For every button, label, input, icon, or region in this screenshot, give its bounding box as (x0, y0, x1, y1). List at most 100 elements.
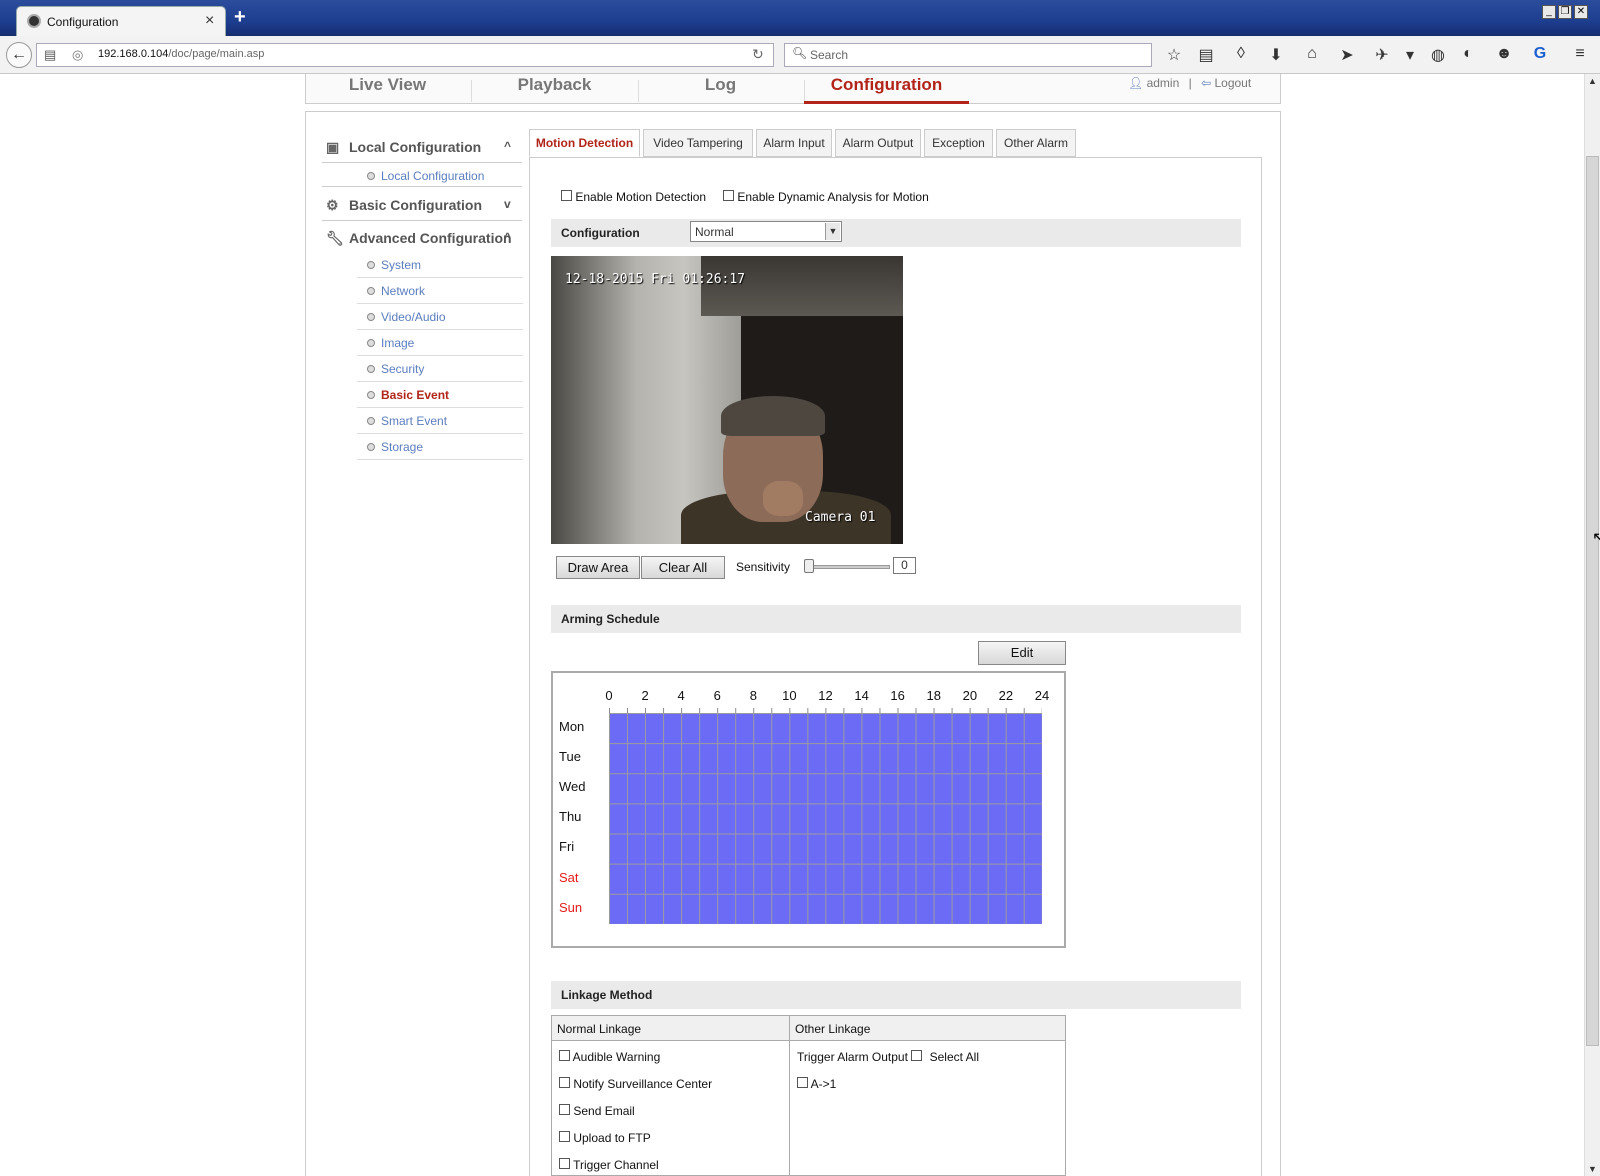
tab-video-tampering[interactable]: Video Tampering (643, 129, 753, 157)
linkage-item-label: Audible Warning (572, 1050, 661, 1064)
hour-label: 12 (818, 688, 833, 703)
tab-log[interactable]: Log (638, 74, 803, 104)
site-info-icon[interactable]: ◎ (72, 47, 83, 63)
draw-area-button[interactable]: Draw Area (556, 556, 640, 579)
tab-playback[interactable]: Playback (472, 74, 637, 104)
upload-ftp-checkbox[interactable] (559, 1131, 570, 1142)
send-email-checkbox[interactable] (559, 1104, 570, 1115)
sensitivity-slider[interactable] (806, 565, 890, 569)
minimize-button[interactable]: _ (1542, 5, 1556, 19)
sidebar-item-storage[interactable]: Storage (357, 434, 523, 460)
enable-dynamic-label: Enable Dynamic Analysis for Motion (737, 190, 929, 204)
edit-schedule-button[interactable]: Edit (978, 641, 1066, 665)
maximize-button[interactable]: ❐ (1558, 5, 1572, 19)
collapse-caret-icon: ^ (504, 139, 512, 153)
sidebar-group-label: Advanced Configuration (349, 230, 512, 246)
tab-motion-detection[interactable]: Motion Detection (529, 129, 640, 157)
sidebar-item-system[interactable]: System (357, 252, 523, 278)
sidebar-group-local[interactable]: ▣ Local Configuration ^ (322, 131, 522, 163)
browser-tab[interactable]: Configuration × (16, 6, 226, 36)
hour-label: 8 (749, 688, 757, 703)
bullet-icon (367, 172, 375, 180)
bookmark-star-icon[interactable]: ☆ (1164, 45, 1184, 65)
google-icon[interactable]: G (1530, 45, 1550, 63)
close-window-button[interactable]: ✕ (1574, 5, 1588, 19)
download-icon[interactable]: ⬇ (1266, 45, 1286, 65)
sidebar-item-smart-event[interactable]: Smart Event (357, 408, 523, 434)
hour-label: 4 (677, 688, 685, 703)
trigger-channel-checkbox[interactable] (559, 1158, 570, 1169)
sidebar-item-label: Smart Event (381, 414, 448, 428)
linkage-method-bar: Linkage Method (551, 981, 1241, 1009)
tab-close-icon[interactable]: × (205, 12, 214, 30)
pocket-icon[interactable]: ◊ (1231, 45, 1251, 63)
sidebar-item-label: Storage (381, 440, 424, 454)
history-icon[interactable]: ◐ (1458, 45, 1478, 63)
chat-icon[interactable]: ☻ (1494, 45, 1514, 63)
video-person-hair (721, 396, 825, 436)
home-icon[interactable]: ⌂ (1302, 45, 1322, 63)
reader-view-icon[interactable]: ▤ (44, 47, 56, 63)
linkage-item: Notify Surveillance Center (559, 1077, 712, 1091)
configuration-select[interactable]: Normal ▼ (690, 221, 842, 242)
video-preview[interactable]: 12-18-2015 Fri 01:26:17 Camera 01 (551, 256, 903, 544)
tab-other-alarm[interactable]: Other Alarm (996, 129, 1076, 157)
hour-label: 10 (782, 688, 797, 703)
enable-motion-row: Enable Motion Detection (561, 190, 706, 204)
linkage-item-label: Send Email (573, 1104, 635, 1118)
notify-center-checkbox[interactable] (559, 1077, 570, 1088)
reload-icon[interactable]: ↻ (752, 46, 764, 63)
url-text[interactable]: 192.168.0.104/doc/page/main.asp (98, 48, 264, 60)
logout-link[interactable]: Logout (1214, 76, 1251, 90)
tab-alarm-input[interactable]: Alarm Input (756, 129, 832, 157)
enable-dynamic-row: Enable Dynamic Analysis for Motion (723, 190, 929, 204)
hour-label: 6 (713, 688, 721, 703)
tab-exception[interactable]: Exception (924, 129, 993, 157)
sidebar-item-label: Local Configuration (381, 169, 485, 183)
dropdown-icon[interactable]: ▾ (1400, 45, 1420, 65)
sidebar-item-video-audio[interactable]: Video/Audio (357, 304, 523, 330)
alarm-output-checkbox[interactable] (797, 1077, 808, 1088)
menu-icon[interactable]: ≡ (1570, 45, 1590, 63)
scroll-down-icon[interactable]: ▼ (1588, 1164, 1597, 1174)
tab-alarm-output[interactable]: Alarm Output (835, 129, 921, 157)
sidebar-group-label: Basic Configuration (349, 197, 483, 213)
mouse-cursor-icon: ↖ (1592, 530, 1600, 547)
clear-all-button[interactable]: Clear All (641, 556, 725, 579)
new-tab-button[interactable]: + (234, 6, 246, 29)
sensitivity-value[interactable]: 0 (893, 557, 916, 574)
bullet-icon (367, 313, 375, 321)
linkage-item: Trigger Channel (559, 1158, 659, 1172)
sidebar-item-basic-event[interactable]: Basic Event (357, 382, 523, 408)
hour-label: 18 (926, 688, 941, 703)
sidebar-group-basic[interactable]: ⚙ Basic Configuration v (322, 189, 522, 221)
scroll-up-icon[interactable]: ▲ (1588, 76, 1597, 86)
configuration-label: Configuration (561, 226, 640, 240)
addon-icon[interactable]: ✈ (1372, 45, 1392, 65)
configuration-bar: Configuration (551, 219, 1241, 247)
back-button[interactable]: ← (6, 42, 32, 68)
sync-icon[interactable]: ◍ (1428, 45, 1448, 65)
enable-dynamic-checkbox[interactable] (723, 190, 734, 201)
slider-handle[interactable] (804, 559, 814, 573)
schedule-grid[interactable] (609, 713, 1042, 924)
tab-live-view[interactable]: Live View (305, 74, 470, 104)
audible-warning-checkbox[interactable] (559, 1050, 570, 1061)
hour-label: 22 (998, 688, 1014, 703)
logout-icon[interactable]: ⇦ (1201, 76, 1211, 90)
sidebar-item-label: Image (381, 336, 415, 350)
user-area: 👤︎ admin | ⇦ Logout (1128, 76, 1251, 90)
select-all-checkbox[interactable] (911, 1050, 923, 1061)
bookmarks-list-icon[interactable]: ▤ (1196, 45, 1216, 65)
sidebar-group-advanced[interactable]: 🔧︎ Advanced Configuration ^ (322, 222, 522, 254)
hour-label: 16 (890, 688, 905, 703)
send-icon[interactable]: ➤ (1337, 45, 1357, 65)
enable-motion-checkbox[interactable] (561, 190, 572, 201)
url-path: /doc/page/main.asp (168, 48, 265, 60)
sidebar-item-image[interactable]: Image (357, 330, 523, 356)
sidebar-item-label: Basic Event (381, 388, 450, 402)
tab-configuration[interactable]: Configuration (804, 74, 969, 104)
sidebar-item-network[interactable]: Network (357, 278, 523, 304)
sidebar-item-security[interactable]: Security (357, 356, 523, 382)
scrollbar-thumb[interactable] (1586, 156, 1599, 1046)
